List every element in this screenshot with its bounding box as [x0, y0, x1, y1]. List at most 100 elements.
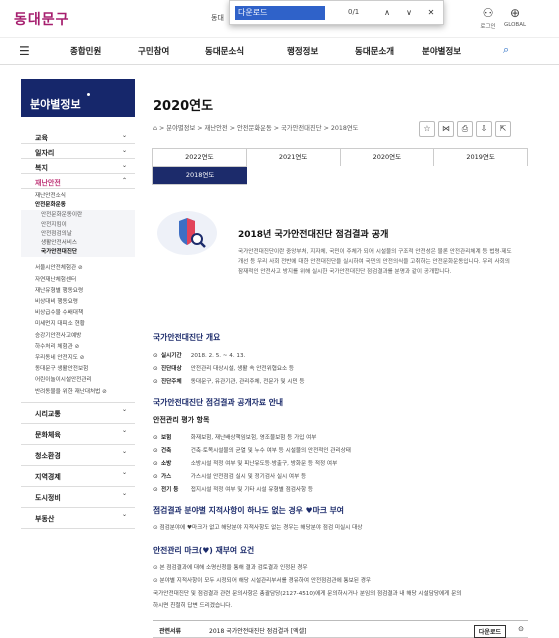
find-input[interactable]: 다운로드	[235, 6, 325, 20]
chevron-down-icon: ⌄	[121, 489, 127, 497]
req-row: 하시면 친절히 답변 드리겠습니다.	[153, 603, 233, 609]
share-icon[interactable]: ⋈	[438, 121, 454, 137]
sidebar-sub-item[interactable]: 승강기안전사고예방	[35, 331, 135, 342]
req-row: ⊙ 본 점검결과에 대해 소명신청을 통해 결과 검토결과 인정된 경우	[153, 565, 308, 571]
overview-row: ⊙ 진단대상 안전관리 대상시설, 생활 속 안전위협요소 등	[153, 366, 295, 372]
tab-2019[interactable]: 2019연도	[433, 148, 528, 167]
sidebar-sub2-item[interactable]: 안전지킴이	[41, 221, 135, 230]
site-logo[interactable]: 동대문구	[14, 9, 70, 29]
item-row: ⊙ 전기 등 접지시설 적정 여부 및 기타 시설 유형별 점검사항 등	[153, 487, 314, 493]
print-icon[interactable]: ⎙	[457, 121, 473, 137]
sidebar-sub-item[interactable]: 비상급수물 수배대책	[35, 308, 135, 319]
globe-icon: ⊕	[509, 6, 521, 20]
chevron-down-icon: ⌄	[121, 447, 127, 455]
section-heading: 국가안전대진단 점검결과 공개자료 안내	[153, 398, 284, 407]
sidebar-title: 분야별정보	[21, 79, 135, 117]
breadcrumb[interactable]: ⌂ > 분야별정보 > 재난안전 > 안전문화운동 > 국가안전대진단 > 20…	[153, 123, 358, 132]
person-icon: ⚇	[482, 6, 494, 20]
sidebar-sub-item[interactable]: 우리동네 안전지도 ⊘	[35, 353, 135, 364]
nav-item[interactable]: 종합민원	[70, 45, 101, 57]
sidebar-item[interactable]: 복지 ⌄	[21, 159, 135, 174]
tab-2020[interactable]: 2020연도	[339, 148, 435, 167]
item-row: ⊙ 보험 화재보험, 재난배상책임보험, 영조물보험 등 가입 여부	[153, 435, 317, 441]
sidebar-sub2-item-active[interactable]: 국가안전대진단	[41, 248, 135, 257]
download-button[interactable]: 다운로드	[473, 625, 506, 638]
sidebar-sub-item[interactable]: 하수처리 체험관 ⊘	[35, 342, 135, 353]
find-close-button[interactable]: ✕	[424, 6, 438, 20]
chevron-down-icon: ⌄	[121, 468, 127, 476]
main-nav: ☰ 종합민원 구민참여 동대문소식 행정정보 동대문소개 분야별정보 ⌕	[0, 38, 559, 65]
login-label: 로그인	[480, 24, 496, 30]
overview-row: ⊙ 진단주체 동대문구, 유관기관, 관리주체, 전문가 및 시민 등	[153, 379, 305, 385]
sidebar-item[interactable]: 청소환경 ⌄	[21, 445, 135, 466]
sidebar-sub2-item[interactable]: 안전문화운동이란	[41, 211, 135, 220]
sidebar-item-active[interactable]: 재난안전 ⌃	[21, 174, 135, 189]
download-icon[interactable]: ⇩	[476, 121, 492, 137]
more-icon[interactable]: ⊙	[518, 625, 524, 633]
req-row: ⊙ 분야별 지적사항이 모두 시정되어 해당 시설관리부서를 경유하여 안전점검…	[153, 578, 372, 584]
chevron-down-icon: ⌄	[121, 147, 127, 154]
page-tools: ☆ ⋈ ⎙ ⇩ ⇱	[419, 116, 514, 137]
sidebar-item[interactable]: 교육 ⌄	[21, 129, 135, 144]
year-tabs: 2022연도 2021연도 2020연도 2019연도 2018연도	[152, 148, 528, 185]
sidebar-sub-item[interactable]: 동대문구 생활안전보험	[35, 364, 135, 375]
login-link[interactable]: ⚇ 로그인	[473, 6, 503, 30]
find-count: 0/1	[348, 8, 360, 16]
site-label: 동대	[211, 14, 224, 22]
sidebar-item[interactable]: 일자리 ⌄	[21, 144, 135, 159]
menu-icon[interactable]: ☰	[19, 44, 30, 58]
shield-search-icon	[157, 211, 217, 255]
item-row: ⊙ 가스 가스시설 안전점검 실시 및 정기검사 실시 여부 등	[153, 474, 307, 480]
req-row: 국가안전대진단 및 점검결과 관련 문의사항은 총괄담당(2127-4510)에…	[153, 591, 462, 597]
tab-2021[interactable]: 2021연도	[245, 148, 341, 167]
intro-title: 2018년 국가안전대진단 점검결과 공개	[238, 230, 389, 240]
page-title: 2020연도	[153, 99, 214, 114]
chevron-down-icon: ⌄	[121, 405, 127, 413]
find-next-button[interactable]: ∨	[402, 6, 416, 20]
sidebar-item[interactable]: 도시정비 ⌄	[21, 487, 135, 508]
item-row: ⊙ 건축 건축·토목시설물의 균열 및 누수 여부 등 시설물의 안전적인 관리상…	[153, 448, 351, 454]
nav-item[interactable]: 구민참여	[138, 45, 169, 57]
nav-item[interactable]: 동대문소개	[355, 45, 394, 57]
attachment-file: 2018 국가안전대진단 점검결과 [엑셀]	[209, 628, 307, 635]
tab-2018[interactable]: 2018연도	[152, 166, 249, 185]
intro-section: 2018년 국가안전대진단 점검결과 공개 국가안전대진단이란 중앙부처, 지자…	[153, 208, 528, 315]
sidebar-sub-item[interactable]: 안전문화운동	[35, 201, 135, 210]
nav-item[interactable]: 행정정보	[287, 45, 318, 57]
sidebar-sub-item[interactable]: 비상대비 행동요령	[35, 297, 135, 308]
global-link[interactable]: ⊕ GLOBAL	[500, 6, 530, 28]
sidebar-sub2-item[interactable]: 생활안전서비스	[41, 239, 135, 248]
find-prev-button[interactable]: ∧	[380, 6, 394, 20]
intro-body: 국가안전대진단이란 중앙부처, 지자체, 국민이 주체가 되어 시설물의 구조적…	[238, 249, 512, 275]
chevron-up-icon: ⌃	[121, 177, 127, 184]
expand-icon[interactable]: ⇱	[495, 121, 511, 137]
sidebar-sub-item[interactable]: 서울시안전체험관 ⊘	[35, 263, 135, 274]
sidebar-sub-item[interactable]: 어린이놀이시설안전관리	[35, 375, 135, 386]
sidebar-sub-item[interactable]: 반려동물을 위한 재난대처법 ⊘	[35, 387, 135, 398]
attachment-label: 관련서류	[159, 628, 182, 635]
item-row: ⊙ 소방 소방시설 적정 여부 및 피난유도등·방출구, 방화문 등 적정 여부	[153, 461, 338, 467]
sidebar-sub-item[interactable]: 미세먼지 대피소 현황	[35, 319, 135, 330]
overview-row: ⊙ 실시기간 2018. 2. 5. ~ 4. 13.	[153, 353, 246, 359]
favorite-icon[interactable]: ☆	[419, 121, 435, 137]
sidebar-item[interactable]: 문화체육 ⌄	[21, 424, 135, 445]
tab-2022[interactable]: 2022연도	[152, 148, 247, 167]
sidebar-sub-item[interactable]: 재난유형별 행동요령	[35, 286, 135, 297]
sidebar-sub2-item[interactable]: 안전점검의날	[41, 230, 135, 239]
find-bar: 다운로드 0/1 ∧ ∨ ✕	[229, 0, 444, 25]
nav-item[interactable]: 동대문소식	[205, 45, 244, 57]
chevron-down-icon: ⌄	[121, 162, 127, 169]
chevron-down-icon: ⌄	[121, 132, 127, 139]
sidebar-item[interactable]: 부동산 ⌄	[21, 508, 135, 529]
section-heading: 안전관리 마크(♥) 재부여 요건	[153, 546, 255, 555]
sidebar: 분야별정보 교육 ⌄ 일자리 ⌄ 복지 ⌄ 재난안전 ⌃ 재난안전소식 안전문화운동 안…	[21, 79, 135, 529]
nav-item[interactable]: 분야별정보	[422, 45, 461, 57]
chevron-down-icon: ⌄	[121, 510, 127, 518]
search-icon[interactable]: ⌕	[503, 43, 509, 57]
sidebar-item[interactable]: 지역경제 ⌄	[21, 466, 135, 487]
chevron-down-icon: ⌄	[121, 426, 127, 434]
sidebar-sub-item[interactable]: 재난안전소식	[35, 192, 135, 201]
sidebar-sub-item[interactable]: 자연재난체험센터	[35, 275, 135, 286]
sidebar-item[interactable]: 시리교통 ⌄	[21, 403, 135, 424]
main-content: 2020연도 ⌂ > 분야별정보 > 재난안전 > 안전문화운동 > 국가안전대…	[152, 79, 528, 638]
